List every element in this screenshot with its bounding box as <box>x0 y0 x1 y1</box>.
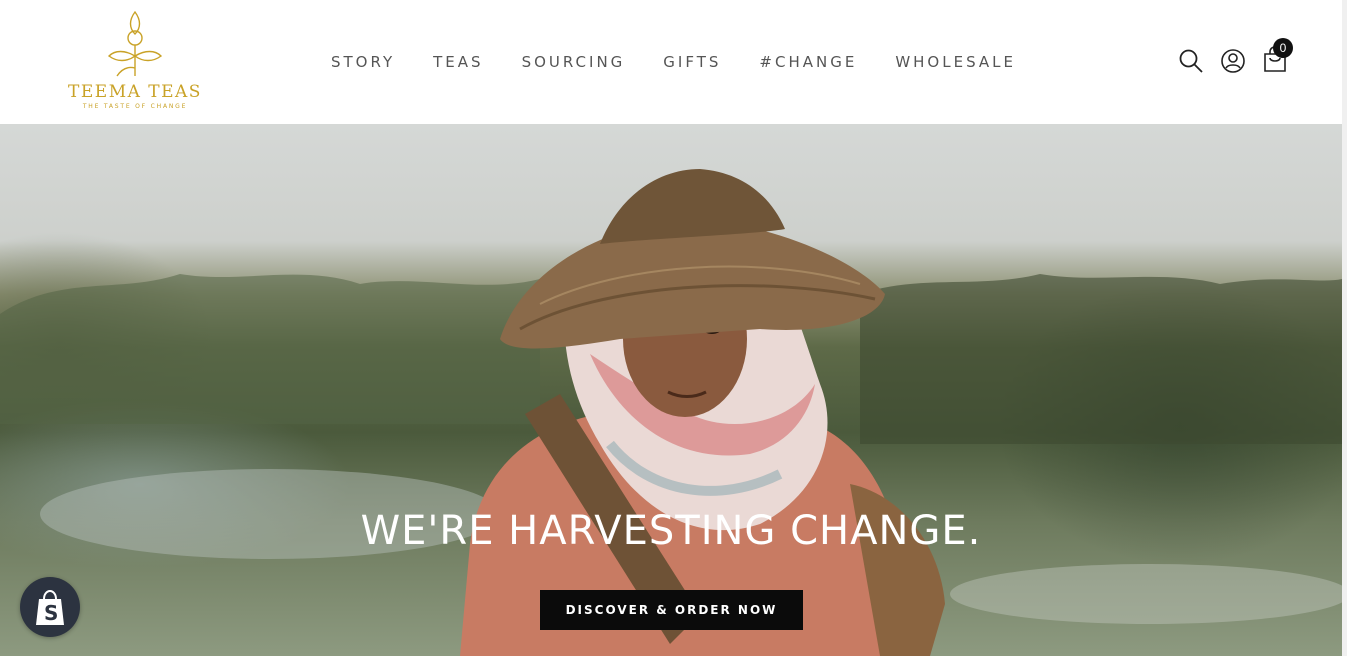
search-icon[interactable] <box>1178 48 1206 76</box>
main-nav: STORY TEAS SOURCING GIFTS #CHANGE WHOLES… <box>331 52 1016 72</box>
svg-text:S: S <box>44 601 58 625</box>
lotus-logo-icon <box>107 10 163 77</box>
brand-name: TEEMA TEAS <box>68 82 202 102</box>
nav-item-wholesale[interactable]: WHOLESALE <box>895 52 1016 72</box>
nav-item-teas[interactable]: TEAS <box>433 52 483 72</box>
brand-tagline: THE TASTE OF CHANGE <box>82 103 188 110</box>
brand-logo[interactable]: TEEMA TEAS THE TASTE OF CHANGE <box>62 10 208 114</box>
nav-item-story[interactable]: STORY <box>331 52 395 72</box>
shopify-badge[interactable]: S <box>20 577 80 637</box>
hero-banner: WE'RE HARVESTING CHANGE. DISCOVER & ORDE… <box>0 124 1342 656</box>
page-scrollbar[interactable] <box>1342 0 1347 656</box>
account-icon[interactable] <box>1220 48 1248 76</box>
hero-headline: WE'RE HARVESTING CHANGE. <box>360 508 982 554</box>
site-header: TEEMA TEAS THE TASTE OF CHANGE STORY TEA… <box>0 0 1342 124</box>
cart-count-badge: 0 <box>1273 38 1293 58</box>
discover-order-button[interactable]: DISCOVER & ORDER NOW <box>540 590 803 630</box>
hero-image <box>0 169 1342 656</box>
nav-item-change[interactable]: #CHANGE <box>759 52 857 72</box>
nav-item-gifts[interactable]: GIFTS <box>663 52 721 72</box>
nav-item-sourcing[interactable]: SOURCING <box>522 52 626 72</box>
shopify-bag-icon: S <box>36 589 64 625</box>
